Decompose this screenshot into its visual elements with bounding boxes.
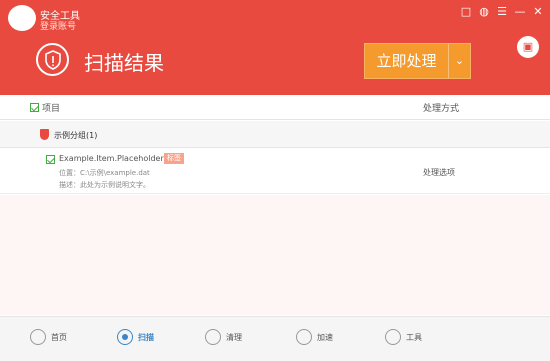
empty-area	[0, 195, 550, 315]
speed-icon	[296, 329, 312, 345]
app-window: 安全工具 登录账号 □ ◍ ☰ — ✕ 扫描结果 立即处理 ⌄ ▣ 项目 处理方…	[0, 0, 550, 361]
nav-tools-label: 工具	[406, 332, 422, 342]
primary-action-label[interactable]: 立即处理	[365, 44, 448, 78]
nav-clean-label: 清理	[226, 332, 242, 342]
nav-scan-label: 扫描	[138, 332, 154, 342]
page-title: 扫描结果	[84, 51, 164, 75]
bottom-nav: 首页 扫描 清理 加速 工具	[0, 316, 550, 361]
skin-icon[interactable]: □	[460, 6, 472, 18]
clean-icon	[205, 329, 221, 345]
table-row[interactable]: Example.Item.Placeholder 标签 位置：C:\示例\exa…	[0, 148, 550, 194]
row-path: 位置：C:\示例\example.dat	[59, 169, 150, 177]
close-button[interactable]: ✕	[532, 6, 544, 18]
row-action-option[interactable]: 处理选项	[423, 167, 455, 178]
side-panel-icon[interactable]: ▣	[517, 36, 539, 58]
group-header[interactable]: 示例分组(1)	[0, 121, 550, 148]
row-description: 描述：此处为示例说明文字。	[59, 181, 150, 189]
primary-action-button[interactable]: 立即处理 ⌄	[364, 43, 471, 79]
group-shield-icon	[40, 129, 49, 140]
home-icon	[30, 329, 46, 345]
nav-scan[interactable]: 扫描	[117, 329, 154, 345]
menu-icon[interactable]: ☰	[496, 6, 508, 18]
nav-home[interactable]: 首页	[30, 329, 67, 345]
nav-speed-label: 加速	[317, 332, 333, 342]
nav-home-label: 首页	[51, 332, 67, 342]
minimize-button[interactable]: —	[514, 6, 526, 18]
row-tag: 标签	[164, 153, 184, 164]
tools-icon	[385, 329, 401, 345]
app-logo-icon	[8, 5, 36, 31]
column-header-item: 项目	[42, 104, 61, 114]
chevron-down-icon[interactable]: ⌄	[448, 44, 470, 78]
table-header: 项目 处理方式	[0, 95, 550, 120]
settings-icon[interactable]: ◍	[478, 6, 490, 18]
header-banner: 安全工具 登录账号 □ ◍ ☰ — ✕ 扫描结果 立即处理 ⌄ ▣	[0, 0, 550, 95]
row-checkbox[interactable]	[46, 155, 55, 164]
scan-icon	[117, 329, 133, 345]
nav-clean[interactable]: 清理	[205, 329, 242, 345]
nav-speed[interactable]: 加速	[296, 329, 333, 345]
nav-tools[interactable]: 工具	[385, 329, 422, 345]
login-link[interactable]: 登录账号	[40, 19, 76, 32]
shield-badge-icon	[36, 43, 69, 76]
titlebar-buttons: □ ◍ ☰ — ✕	[460, 6, 544, 18]
row-name: Example.Item.Placeholder	[59, 154, 164, 163]
column-header-action: 处理方式	[423, 104, 460, 114]
select-all-checkbox[interactable]	[30, 103, 39, 112]
group-label: 示例分组(1)	[54, 131, 98, 140]
